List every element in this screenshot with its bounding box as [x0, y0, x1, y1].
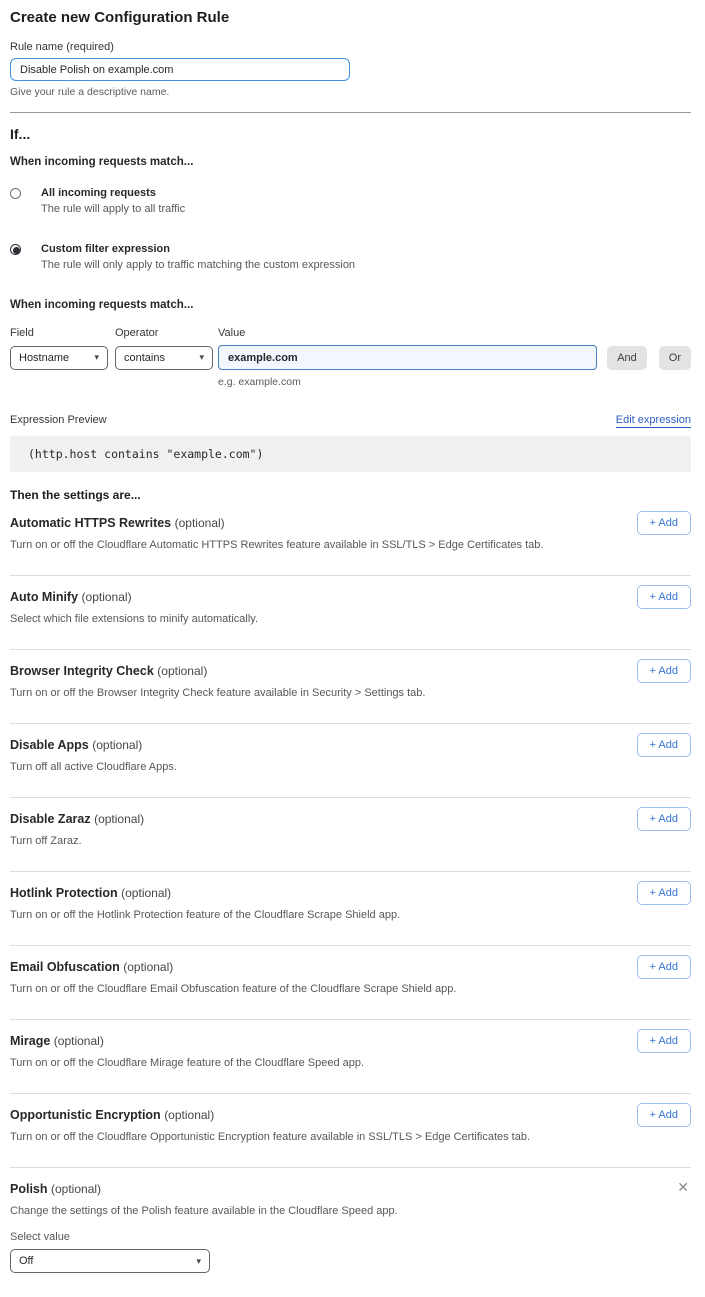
radio-description: The rule will only apply to traffic matc…	[41, 259, 355, 271]
setting-name: Email Obfuscation	[10, 960, 120, 974]
setting-disable-zaraz: Disable Zaraz (optional) Turn off Zaraz.…	[10, 798, 691, 872]
setting-optional: (optional)	[123, 960, 173, 974]
setting-description: Change the settings of the Polish featur…	[10, 1205, 570, 1217]
add-button[interactable]: + Add	[637, 807, 691, 831]
or-button[interactable]: Or	[659, 346, 691, 370]
setting-optional: (optional)	[175, 516, 225, 530]
setting-browser-integrity-check: Browser Integrity Check (optional) Turn …	[10, 650, 691, 724]
operator-select[interactable]: contains ▾	[115, 346, 213, 370]
setting-name: Auto Minify	[10, 590, 78, 604]
setting-name: Disable Zaraz	[10, 812, 91, 826]
setting-optional: (optional)	[51, 1182, 101, 1196]
radio-label: Custom filter expression	[41, 243, 355, 255]
add-button[interactable]: + Add	[637, 955, 691, 979]
setting-auto-minify: Auto Minify (optional) Select which file…	[10, 576, 691, 650]
polish-select-value: Off	[19, 1255, 33, 1267]
setting-optional: (optional)	[164, 1108, 214, 1122]
expression-builder-row: Hostname ▾ contains ▾ And Or	[10, 345, 691, 370]
setting-description: Select which file extensions to minify a…	[10, 613, 570, 625]
setting-description: Turn on or off the Cloudflare Automatic …	[10, 539, 570, 551]
and-button[interactable]: And	[607, 346, 647, 370]
setting-polish: Polish (optional) ✕ Change the settings …	[10, 1168, 691, 1285]
value-helper: e.g. example.com	[218, 376, 691, 388]
close-icon[interactable]: ✕	[677, 1180, 689, 1194]
add-button[interactable]: + Add	[637, 881, 691, 905]
radio-custom-filter-expression[interactable]: Custom filter expression The rule will o…	[10, 243, 691, 271]
add-button[interactable]: + Add	[637, 1103, 691, 1127]
polish-value-select[interactable]: Off ▾	[10, 1249, 210, 1273]
chevron-down-icon: ▾	[196, 1256, 201, 1267]
expression-preview-code: (http.host contains "example.com")	[10, 436, 691, 472]
setting-optional: (optional)	[94, 812, 144, 826]
setting-description: Turn on or off the Cloudflare Email Obfu…	[10, 983, 570, 995]
radio-description: The rule will apply to all traffic	[41, 203, 185, 215]
field-select[interactable]: Hostname ▾	[10, 346, 108, 370]
chevron-down-icon: ▾	[199, 352, 204, 363]
expression-builder-heading: When incoming requests match...	[10, 299, 691, 311]
if-heading: If...	[10, 126, 691, 142]
setting-hotlink-protection: Hotlink Protection (optional) Turn on or…	[10, 872, 691, 946]
setting-description: Turn on or off the Cloudflare Opportunis…	[10, 1131, 570, 1143]
value-input[interactable]	[218, 345, 597, 370]
add-button[interactable]: + Add	[637, 733, 691, 757]
setting-optional: (optional)	[92, 738, 142, 752]
operator-select-value: contains	[124, 352, 165, 364]
setting-mirage: Mirage (optional) Turn on or off the Clo…	[10, 1020, 691, 1094]
setting-email-obfuscation: Email Obfuscation (optional) Turn on or …	[10, 946, 691, 1020]
setting-description: Turn off all active Cloudflare Apps.	[10, 761, 570, 773]
setting-opportunistic-encryption: Opportunistic Encryption (optional) Turn…	[10, 1094, 691, 1168]
page-title: Create new Configuration Rule	[10, 9, 691, 26]
rule-name-label: Rule name (required)	[10, 41, 691, 53]
setting-description: Turn on or off the Browser Integrity Che…	[10, 687, 570, 699]
radio-selected-icon[interactable]	[10, 244, 21, 255]
rule-name-input[interactable]	[10, 58, 350, 81]
setting-description: Turn on or off the Hotlink Protection fe…	[10, 909, 570, 921]
match-options: All incoming requests The rule will appl…	[10, 187, 691, 271]
expression-preview-label: Expression Preview	[10, 414, 107, 426]
radio-label: All incoming requests	[41, 187, 185, 199]
add-button[interactable]: + Add	[637, 511, 691, 535]
chevron-down-icon: ▾	[94, 352, 99, 363]
rule-name-helper: Give your rule a descriptive name.	[10, 86, 691, 98]
setting-name: Automatic HTTPS Rewrites	[10, 516, 171, 530]
setting-name: Polish	[10, 1182, 48, 1196]
field-label: Field	[10, 327, 115, 339]
configuration-rule-form: Create new Configuration Rule Rule name …	[0, 0, 705, 1297]
setting-description: Turn off Zaraz.	[10, 835, 570, 847]
radio-all-incoming-requests[interactable]: All incoming requests The rule will appl…	[10, 187, 691, 215]
then-settings-heading: Then the settings are...	[10, 488, 691, 502]
value-label: Value	[218, 327, 245, 339]
setting-name: Disable Apps	[10, 738, 89, 752]
setting-optional: (optional)	[157, 664, 207, 678]
match-label: When incoming requests match...	[10, 156, 691, 168]
edit-expression-link[interactable]: Edit expression	[616, 414, 691, 428]
setting-optional: (optional)	[121, 886, 171, 900]
setting-automatic-https-rewrites: Automatic HTTPS Rewrites (optional) Turn…	[10, 502, 691, 576]
add-button[interactable]: + Add	[637, 585, 691, 609]
setting-optional: (optional)	[82, 590, 132, 604]
setting-name: Hotlink Protection	[10, 886, 118, 900]
setting-name: Opportunistic Encryption	[10, 1108, 161, 1122]
operator-label: Operator	[115, 327, 218, 339]
setting-name: Browser Integrity Check	[10, 664, 154, 678]
setting-name: Mirage	[10, 1034, 50, 1048]
field-select-value: Hostname	[19, 352, 69, 364]
select-value-label: Select value	[10, 1231, 691, 1243]
setting-optional: (optional)	[54, 1034, 104, 1048]
radio-unselected-icon[interactable]	[10, 188, 21, 199]
setting-description: Turn on or off the Cloudflare Mirage fea…	[10, 1057, 570, 1069]
rule-name-group: Rule name (required) Give your rule a de…	[10, 41, 691, 98]
setting-disable-apps: Disable Apps (optional) Turn off all act…	[10, 724, 691, 798]
add-button[interactable]: + Add	[637, 1029, 691, 1053]
divider	[10, 112, 691, 113]
add-button[interactable]: + Add	[637, 659, 691, 683]
